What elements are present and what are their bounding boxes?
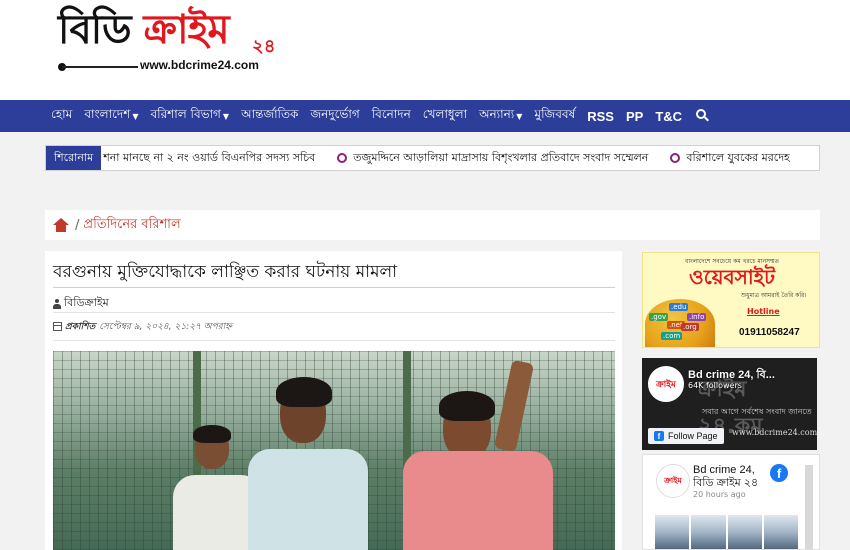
follow-page-label: Follow Page: [668, 431, 718, 441]
nav-mujib-year[interactable]: মুজিববর্ষ: [534, 106, 575, 126]
logo-underline: [62, 66, 138, 68]
circle-bullet-icon: [670, 153, 681, 163]
follow-page-button[interactable]: f Follow Page: [648, 428, 724, 444]
page-avatar[interactable]: ক্রাইম: [648, 366, 684, 402]
article-photo: [53, 351, 615, 550]
person-blue-shirt: [248, 371, 368, 550]
facebook-icon: f: [654, 431, 664, 441]
main-nav: হোম বাংলাদেশ ▼ বরিশাল বিভাগ ▼ আন্তর্জাতিক …: [0, 100, 850, 132]
facebook-page-banner[interactable]: ক্রাইম ২৪.কম ক্রাইম Bd crime 24, বি... 6…: [642, 358, 817, 450]
feed-avatar[interactable]: ক্রাইম: [656, 464, 690, 498]
nav-barishal-division[interactable]: বরিশাল বিভাগ ▼: [150, 106, 229, 126]
divider: [53, 287, 615, 288]
breadcrumb-separator: /: [75, 217, 80, 233]
nav-entertainment[interactable]: বিনোদন: [372, 106, 411, 126]
nav-sports[interactable]: খেলাধুলা: [423, 106, 467, 126]
divider: [53, 312, 615, 313]
nav-international[interactable]: আন্তর্জাতিক: [241, 106, 298, 126]
domain-chip: .org: [681, 323, 699, 331]
article: বরগুনায় মুক্তিযোদ্ধাকে লাঞ্ছিত করার ঘটন…: [45, 251, 622, 550]
person-pink-shirt: [373, 351, 563, 550]
ad-phone: 01911058247: [739, 327, 800, 338]
published-date: সেপ্টেম্বর ৯, ২০২৪, ২১:২৭ অপরাহ্ন: [99, 322, 232, 332]
headline-ticker: শিরোনাম শনা মানছে না ২ নং ওয়ার্ড বিএনপি…: [45, 145, 820, 171]
website-ad-banner[interactable]: বাংলাদেশে সবচেয়ে কম খরচে মানসম্মত ওয়েব…: [642, 252, 820, 348]
domain-chip: .edu: [669, 303, 689, 311]
author-name: বিডিক্রাইম: [64, 296, 109, 309]
chevron-down-icon: ▼: [132, 111, 139, 121]
article-title: বরগুনায় মুক্তিযোদ্ধাকে লাঞ্ছিত করার ঘটন…: [53, 262, 398, 282]
search-icon[interactable]: [696, 109, 710, 123]
feed-scrollbar[interactable]: [805, 465, 813, 549]
ticker-item[interactable]: তজুমদ্দিনে আড়ালিয়া মাদ্রাসায় বিশৃংখলা…: [337, 149, 648, 168]
ad-hotline-label: Hotline: [747, 307, 780, 316]
nav-pp[interactable]: PP: [626, 109, 643, 124]
published-info: প্রকাশিত সেপ্টেম্বর ৯, ২০২৪, ২১:২৭ অপরাহ…: [53, 319, 232, 334]
ticker-item[interactable]: বরিশালে যুবকের মরদেহ: [670, 149, 790, 168]
nav-bangladesh[interactable]: বাংলাদেশ ▼: [84, 106, 138, 126]
ticker-label: শিরোনাম: [46, 146, 102, 170]
published-label: প্রকাশিত: [65, 322, 96, 332]
article-author[interactable]: বিডিক্রাইম: [53, 294, 109, 313]
site-header: বিডি ক্রাইম ২৪ www.bdcrime24.com: [0, 0, 850, 100]
nav-home[interactable]: হোম: [51, 106, 72, 126]
breadcrumb: / প্রতিদিনের বরিশাল: [45, 210, 820, 240]
feed-page-name[interactable]: Bd crime 24, বিডি ক্রাইম ২৪: [693, 464, 758, 490]
cover-url: www.bdcrime24.com: [732, 428, 817, 437]
page-followers: 64K followers: [688, 381, 742, 390]
facebook-icon[interactable]: f: [770, 464, 788, 482]
nav-tc[interactable]: T&C: [655, 109, 682, 124]
ad-subtext: শুধুমাত্র আমরাই তৈরি করি।: [741, 292, 807, 299]
logo-url: www.bdcrime24.com: [140, 58, 259, 72]
calendar-icon: [53, 322, 62, 331]
nav-rss[interactable]: RSS: [587, 109, 614, 124]
home-icon[interactable]: [53, 218, 69, 232]
feed-post-image[interactable]: [655, 515, 800, 549]
ticker-item[interactable]: শনা মানছে না ২ নং ওয়ার্ড বিএনপির সদস্য …: [103, 149, 315, 168]
domain-chip: .gov: [649, 313, 669, 321]
feed-post-time: 20 hours ago: [693, 490, 746, 499]
cover-tagline: সবার আগে সর্বশেষ সংবাদ জানতে: [702, 407, 812, 416]
nav-others[interactable]: অন্যান্য ▼: [479, 106, 522, 126]
circle-bullet-icon: [337, 153, 348, 163]
breadcrumb-category[interactable]: প্রতিদিনের বরিশাল: [83, 215, 180, 236]
facebook-feed: ক্রাইম Bd crime 24, বিডি ক্রাইম ২৪ 20 ho…: [642, 454, 820, 550]
chevron-down-icon: ▼: [516, 111, 523, 121]
chevron-down-icon: ▼: [222, 111, 230, 121]
domain-chip: .info: [687, 313, 707, 321]
ticker-track: শনা মানছে না ২ নং ওয়ার্ড বিএনপির সদস্য …: [101, 149, 812, 168]
user-icon: [53, 298, 61, 309]
domain-chip: .com: [661, 332, 683, 340]
site-logo[interactable]: বিডি ক্রাইম ২৪ www.bdcrime24.com: [56, 4, 296, 80]
divider: [53, 340, 615, 341]
logo-text: বিডি ক্রাইম: [58, 6, 230, 53]
nav-public-suffering[interactable]: জনদুর্ভোগ: [310, 106, 359, 126]
